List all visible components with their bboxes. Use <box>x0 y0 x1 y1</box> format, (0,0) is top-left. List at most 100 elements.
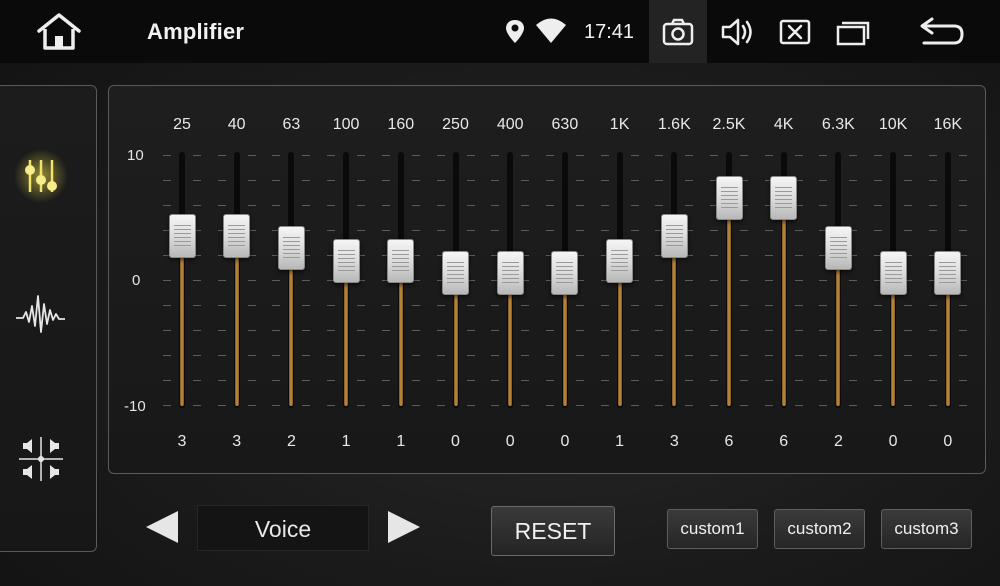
scale-tick <box>521 205 530 206</box>
scale-tick <box>466 180 475 181</box>
scale-tick <box>958 230 967 231</box>
scale-tick <box>521 230 530 231</box>
scale-tick <box>411 405 420 406</box>
scale-tick <box>411 380 420 381</box>
custom2-button[interactable]: custom2 <box>774 509 865 549</box>
scale-tick <box>928 355 937 356</box>
scale-tick <box>740 155 748 156</box>
scale-tick <box>217 330 226 331</box>
band-slider-knob[interactable] <box>496 251 524 295</box>
volume-icon[interactable] <box>719 14 755 50</box>
scale-tick <box>247 330 256 331</box>
scale-tick <box>764 330 773 331</box>
band-slider-knob[interactable] <box>824 226 852 270</box>
triangle-right-icon <box>388 511 420 543</box>
scale-tick <box>193 180 201 181</box>
scale-tick <box>819 405 828 406</box>
scale-tick <box>521 305 530 306</box>
camera-button[interactable] <box>649 0 707 63</box>
scale-tick <box>436 230 445 231</box>
reset-button[interactable]: RESET <box>491 506 615 556</box>
preset-name: Voice <box>197 505 369 551</box>
scale-tick <box>381 405 390 406</box>
scale-tick <box>575 380 584 381</box>
scale-tick <box>928 180 937 181</box>
band-value-label: 6 <box>724 433 734 450</box>
band-value-label: 3 <box>177 433 187 450</box>
scale-tick <box>327 355 336 356</box>
band-slider-fill <box>945 280 950 406</box>
scale-tick <box>600 155 609 156</box>
band-slider-knob[interactable] <box>387 238 415 283</box>
scale-tick <box>302 180 311 181</box>
band-slider-knob[interactable] <box>660 213 688 258</box>
preset-next-arrow[interactable] <box>386 509 422 545</box>
back-icon[interactable] <box>918 14 966 50</box>
scale-tick <box>466 355 475 356</box>
band-slider-knob[interactable] <box>277 226 305 270</box>
scale-tick <box>302 380 311 381</box>
location-pin-icon <box>500 14 530 50</box>
scale-tick <box>327 155 336 156</box>
scale-tick <box>163 330 171 331</box>
scale-tick <box>849 305 858 306</box>
scale-tick <box>710 155 718 156</box>
band-slider-knob[interactable] <box>332 238 360 283</box>
band-slider-knob[interactable] <box>551 251 579 295</box>
band-slider-knob[interactable] <box>168 213 196 258</box>
scale-tick <box>247 355 256 356</box>
band-value-label: 1 <box>396 433 406 450</box>
scale-tick <box>357 355 366 356</box>
band-value-label: 3 <box>669 433 679 450</box>
scale-tick <box>247 280 256 281</box>
scale-tick <box>575 205 584 206</box>
custom3-button[interactable]: custom3 <box>881 509 972 549</box>
scale-tick <box>466 405 475 406</box>
scale-tick <box>491 155 500 156</box>
scale-tick <box>655 330 664 331</box>
close-box-icon[interactable] <box>777 14 813 50</box>
scale-tick <box>710 355 718 356</box>
scale-tick <box>794 330 803 331</box>
scale-tick <box>874 305 883 306</box>
recent-apps-icon[interactable] <box>835 14 871 50</box>
sidebar-item-balance[interactable] <box>13 431 69 487</box>
sidebar-item-equalizer[interactable] <box>13 148 69 204</box>
scale-tick <box>302 405 311 406</box>
scale-tick <box>247 205 256 206</box>
scale-tick <box>740 255 748 256</box>
home-icon[interactable] <box>34 12 84 52</box>
custom1-button[interactable]: custom1 <box>667 509 758 549</box>
scale-tick <box>193 355 201 356</box>
sidebar-item-sound-field[interactable] <box>13 286 69 342</box>
scale-tick <box>193 155 201 156</box>
scale-tick <box>247 155 256 156</box>
band-value-label: 2 <box>833 433 843 450</box>
scale-tick <box>655 355 664 356</box>
scale-tick <box>411 155 420 156</box>
band-slider-knob[interactable] <box>770 176 798 220</box>
band-slider-knob[interactable] <box>879 251 907 295</box>
band-slider-knob[interactable] <box>223 213 251 258</box>
preset-prev-arrow[interactable] <box>144 509 180 545</box>
band-slider-knob[interactable] <box>606 238 634 283</box>
scale-tick <box>575 355 584 356</box>
scale-tick <box>874 355 883 356</box>
band-value-label: 3 <box>232 433 242 450</box>
band-slider-knob[interactable] <box>715 176 743 220</box>
band-slider-knob[interactable] <box>934 251 962 295</box>
scale-tick <box>958 355 967 356</box>
scale-tick <box>545 355 554 356</box>
scale-tick <box>764 305 773 306</box>
scale-tick <box>630 205 639 206</box>
scale-tick <box>217 280 226 281</box>
band-slider-fill <box>562 280 567 406</box>
scale-tick <box>685 155 694 156</box>
scale-tick <box>193 305 201 306</box>
band-value-label: 0 <box>451 433 460 450</box>
scale-tick <box>357 330 366 331</box>
scale-tick <box>193 330 201 331</box>
scale-tick <box>630 380 639 381</box>
band-slider-knob[interactable] <box>442 251 469 295</box>
scale-tick <box>600 205 609 206</box>
